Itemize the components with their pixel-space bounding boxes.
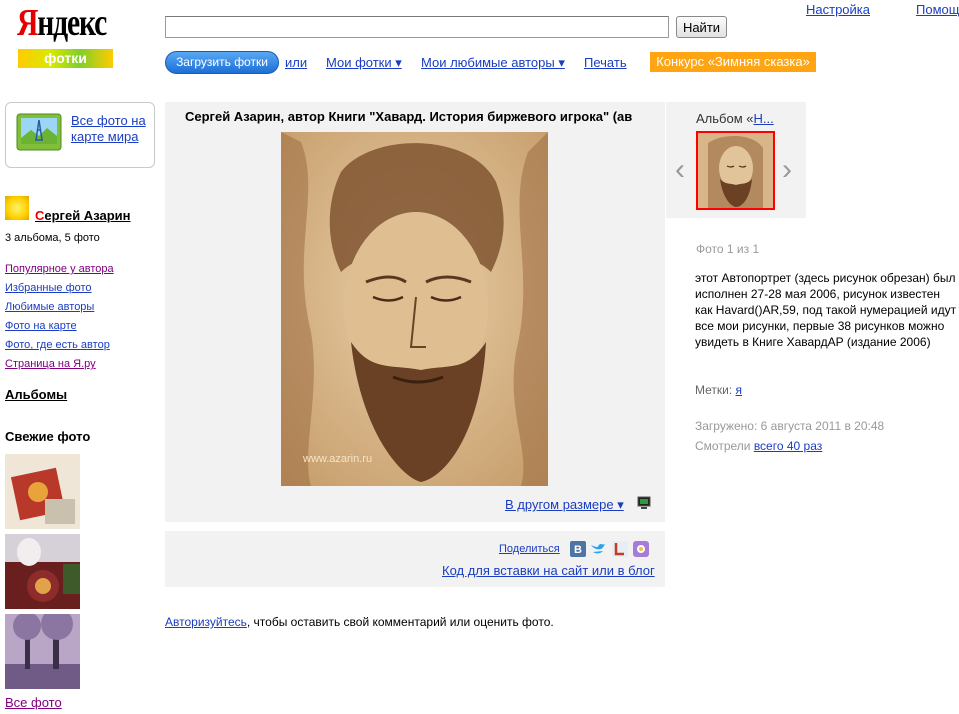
- logo-fotki-label: фотки: [18, 49, 113, 68]
- fresh-photo-thumbnail[interactable]: [5, 454, 80, 529]
- or-link[interactable]: или: [285, 55, 307, 70]
- twitter-icon[interactable]: [590, 541, 606, 557]
- album-title: Альбом «Н...: [696, 111, 774, 126]
- upload-date: Загружено: 6 августа 2011 в 20:48: [695, 419, 885, 433]
- ya-ru-page-link[interactable]: Страница на Я.ру: [5, 355, 114, 374]
- fresh-photo-thumbnail[interactable]: [5, 614, 80, 689]
- comment-auth-line: Авторизуйтесь, чтобы оставить свой комме…: [165, 615, 554, 629]
- livejournal-icon[interactable]: [612, 541, 628, 557]
- logo-wordmark: Яндекс: [17, 2, 107, 44]
- search-input[interactable]: [165, 16, 669, 38]
- upload-photos-button[interactable]: Загрузить фотки: [165, 51, 279, 74]
- embed-code-link[interactable]: Код для вставки на сайт или в блог: [442, 563, 655, 578]
- album-current-thumbnail[interactable]: [696, 131, 775, 210]
- yandex-logo[interactable]: Яндекс фотки: [17, 2, 113, 68]
- world-map-box[interactable]: Все фото на карте мира: [5, 102, 155, 168]
- featured-photos-link[interactable]: Избранные фото: [5, 279, 114, 298]
- slideshow-monitor-icon[interactable]: [637, 496, 651, 510]
- photo-counter: Фото 1 из 1: [696, 242, 760, 256]
- photo-description: этот Автопортрет (здесь рисунок обрезан)…: [695, 271, 957, 349]
- views-link[interactable]: всего 40 раз: [754, 439, 822, 453]
- fresh-photo-thumbnail[interactable]: [5, 534, 80, 609]
- print-link[interactable]: Печать: [584, 55, 627, 70]
- popular-by-author-link[interactable]: Популярное у автора: [5, 260, 114, 279]
- moi-mir-icon[interactable]: [633, 541, 649, 557]
- other-size-link[interactable]: В другом размере ▾: [505, 497, 624, 513]
- help-link[interactable]: Помощь: [916, 2, 959, 17]
- prev-photo-arrow[interactable]: ‹: [675, 155, 685, 185]
- author-avatar[interactable]: [5, 196, 29, 220]
- albums-heading-link[interactable]: Альбомы: [5, 387, 67, 402]
- main-photo[interactable]: www.azarin.ru: [281, 132, 548, 486]
- svg-text:B: B: [574, 544, 582, 556]
- all-photos-link[interactable]: Все фото: [5, 695, 62, 710]
- share-link[interactable]: Поделиться: [499, 543, 560, 555]
- my-photos-menu[interactable]: Мои фотки ▾: [326, 55, 402, 71]
- share-panel: [165, 531, 665, 587]
- author-links: Популярное у автора Избранные фото Любим…: [5, 260, 114, 374]
- next-photo-arrow[interactable]: ›: [782, 155, 792, 185]
- favorite-authors-menu[interactable]: Мои любимые авторы ▾: [421, 55, 565, 71]
- view-count: Смотрели всего 40 раз: [695, 439, 823, 453]
- vkontakte-icon[interactable]: B: [570, 541, 586, 557]
- tag-link[interactable]: я: [736, 383, 743, 397]
- author-name-link[interactable]: Сергей Азарин: [35, 208, 131, 223]
- favorite-authors-link[interactable]: Любимые авторы: [5, 298, 114, 317]
- comment-auth-text: , чтобы оставить свой комментарий или оц…: [246, 615, 554, 629]
- photo-tags: Метки: я: [695, 383, 743, 397]
- world-map-link[interactable]: Все фото на карте мира: [71, 113, 146, 145]
- contest-banner[interactable]: Конкурс «Зимняя сказка»: [650, 52, 816, 72]
- photos-on-map-link[interactable]: Фото на карте: [5, 317, 114, 336]
- settings-link[interactable]: Настройка: [806, 2, 870, 17]
- author-stats: 3 альбома, 5 фото: [5, 232, 100, 244]
- photo-watermark: www.azarin.ru: [302, 453, 372, 465]
- login-link[interactable]: Авторизуйтесь: [165, 615, 247, 629]
- photo-title: Сергей Азарин, автор Книги "Хавард. Исто…: [185, 109, 633, 124]
- world-map-icon: [16, 113, 62, 151]
- photos-with-author-link[interactable]: Фото, где есть автор: [5, 336, 114, 355]
- search-button[interactable]: Найти: [676, 16, 727, 38]
- album-name-link[interactable]: Н...: [753, 111, 773, 126]
- fresh-photos-heading: Свежие фото: [5, 429, 91, 444]
